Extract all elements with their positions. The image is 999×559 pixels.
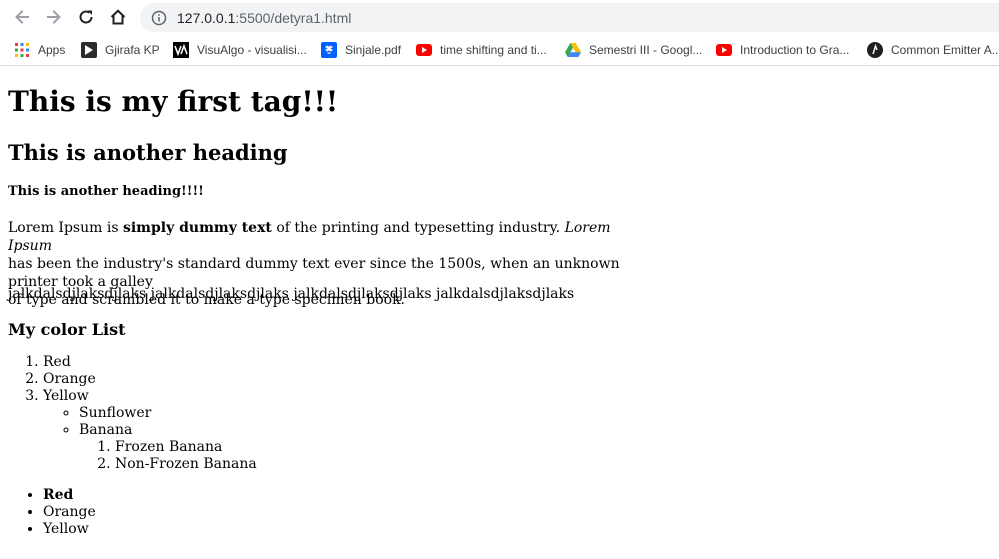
home-icon — [110, 9, 126, 25]
list-item-label: Yellow — [43, 521, 89, 537]
list-item: Orange — [43, 504, 257, 521]
youtube-icon — [416, 42, 432, 58]
bookmark-apps[interactable]: Apps — [14, 41, 65, 59]
back-button[interactable] — [9, 4, 35, 30]
list-item: Banana Frozen Banana Non-Frozen Banana — [79, 422, 257, 473]
secondary-heading: This is another heading — [8, 140, 288, 165]
nested-unordered-list: Sunflower Banana Frozen Banana Non-Froze… — [43, 405, 257, 473]
bookmark-label: Semestri III - Googl... — [589, 43, 703, 57]
color-list-heading: My color List — [8, 320, 126, 339]
nested-ordered-list: Frozen Banana Non-Frozen Banana — [79, 439, 257, 473]
lorem-bold-text: simply dummy text — [122, 220, 272, 236]
small-heading: This is another heading!!!! — [8, 184, 204, 199]
bookmark-introduction[interactable]: Introduction to Gra... — [716, 41, 849, 59]
forward-arrow-icon — [47, 10, 61, 24]
list-item-label: Orange — [43, 504, 96, 520]
generic-site-icon — [867, 42, 883, 58]
list-item-label: Non-Frozen Banana — [115, 456, 257, 472]
url-path: :5500/detyra1.html — [235, 9, 352, 26]
lorem-text: Lorem Ipsum is — [8, 220, 123, 236]
bookmark-sinjale[interactable]: Sinjale.pdf — [321, 41, 401, 59]
visualgo-icon — [173, 42, 189, 58]
bookmark-label: Gjirafa KP — [105, 43, 160, 57]
youtube-icon — [716, 42, 732, 58]
ordered-color-list: Red Orange Yellow Sunflower Banana Froze… — [8, 354, 257, 473]
bookmarks-bar: Apps Gjirafa KP VisuAlgo - visualisi... … — [0, 35, 999, 66]
home-button[interactable] — [105, 4, 131, 30]
url-host: 127.0.0.1 — [177, 9, 236, 26]
list-item: Red — [43, 354, 257, 371]
reload-button[interactable] — [73, 4, 99, 30]
lorem-text: of the printing and typesetting industry… — [271, 220, 565, 236]
bookmark-label: Apps — [38, 43, 66, 57]
list-item-label: Orange — [43, 371, 96, 387]
unordered-color-list: Red Orange Yellow — [8, 487, 257, 538]
bookmark-label: Introduction to Gra... — [740, 43, 850, 57]
address-bar[interactable]: 127.0.0.1:5500/detyra1.html — [140, 3, 999, 32]
color-lists: Red Orange Yellow Sunflower Banana Froze… — [8, 354, 257, 538]
bookmark-label: time shifting and ti... — [440, 43, 547, 57]
bookmark-label: Common Emitter A... — [891, 43, 999, 57]
list-item: Orange — [43, 371, 257, 388]
bookmark-label: Sinjale.pdf — [345, 43, 402, 57]
bookmark-time-shifting[interactable]: time shifting and ti... — [416, 41, 547, 59]
list-item-label: Yellow — [43, 388, 89, 404]
list-item: Non-Frozen Banana — [115, 456, 257, 473]
list-item: Red — [43, 487, 257, 504]
gjirafa-icon — [81, 42, 97, 58]
list-item-label: Red — [43, 354, 71, 370]
reload-icon — [79, 10, 93, 24]
back-arrow-icon — [15, 10, 29, 24]
list-item-label: Sunflower — [79, 405, 152, 421]
list-item-label: Banana — [79, 422, 133, 438]
info-icon[interactable] — [151, 10, 167, 26]
dropbox-icon — [321, 42, 337, 58]
main-heading: This is my first tag!!! — [8, 85, 339, 118]
list-item: Yellow — [43, 521, 257, 538]
bookmark-visualgo[interactable]: VisuAlgo - visualisi... — [173, 41, 307, 59]
bookmark-gjirafa[interactable]: Gjirafa KP — [81, 41, 160, 59]
forward-button[interactable] — [41, 4, 67, 30]
google-drive-icon — [565, 42, 581, 58]
list-item: Yellow Sunflower Banana Frozen Banana No… — [43, 388, 257, 473]
jalk-paragraph: jalkdalsdjlaksdjlaks jalkdalsdjlaksdjlak… — [8, 286, 575, 302]
bookmark-label: VisuAlgo - visualisi... — [197, 43, 307, 57]
bookmark-semestri[interactable]: Semestri III - Googl... — [565, 41, 702, 59]
bookmark-common-emitter[interactable]: Common Emitter A... — [867, 41, 999, 59]
list-item: Sunflower — [79, 405, 257, 422]
list-item: Frozen Banana — [115, 439, 257, 456]
apps-grid-icon — [14, 42, 30, 58]
page-content: This is my first tag!!! This is another … — [0, 66, 999, 559]
list-item-label: Red — [43, 487, 74, 503]
url-text[interactable]: 127.0.0.1:5500/detyra1.html — [177, 10, 351, 26]
list-item-label: Frozen Banana — [115, 439, 223, 455]
browser-toolbar: 127.0.0.1:5500/detyra1.html — [0, 0, 999, 35]
